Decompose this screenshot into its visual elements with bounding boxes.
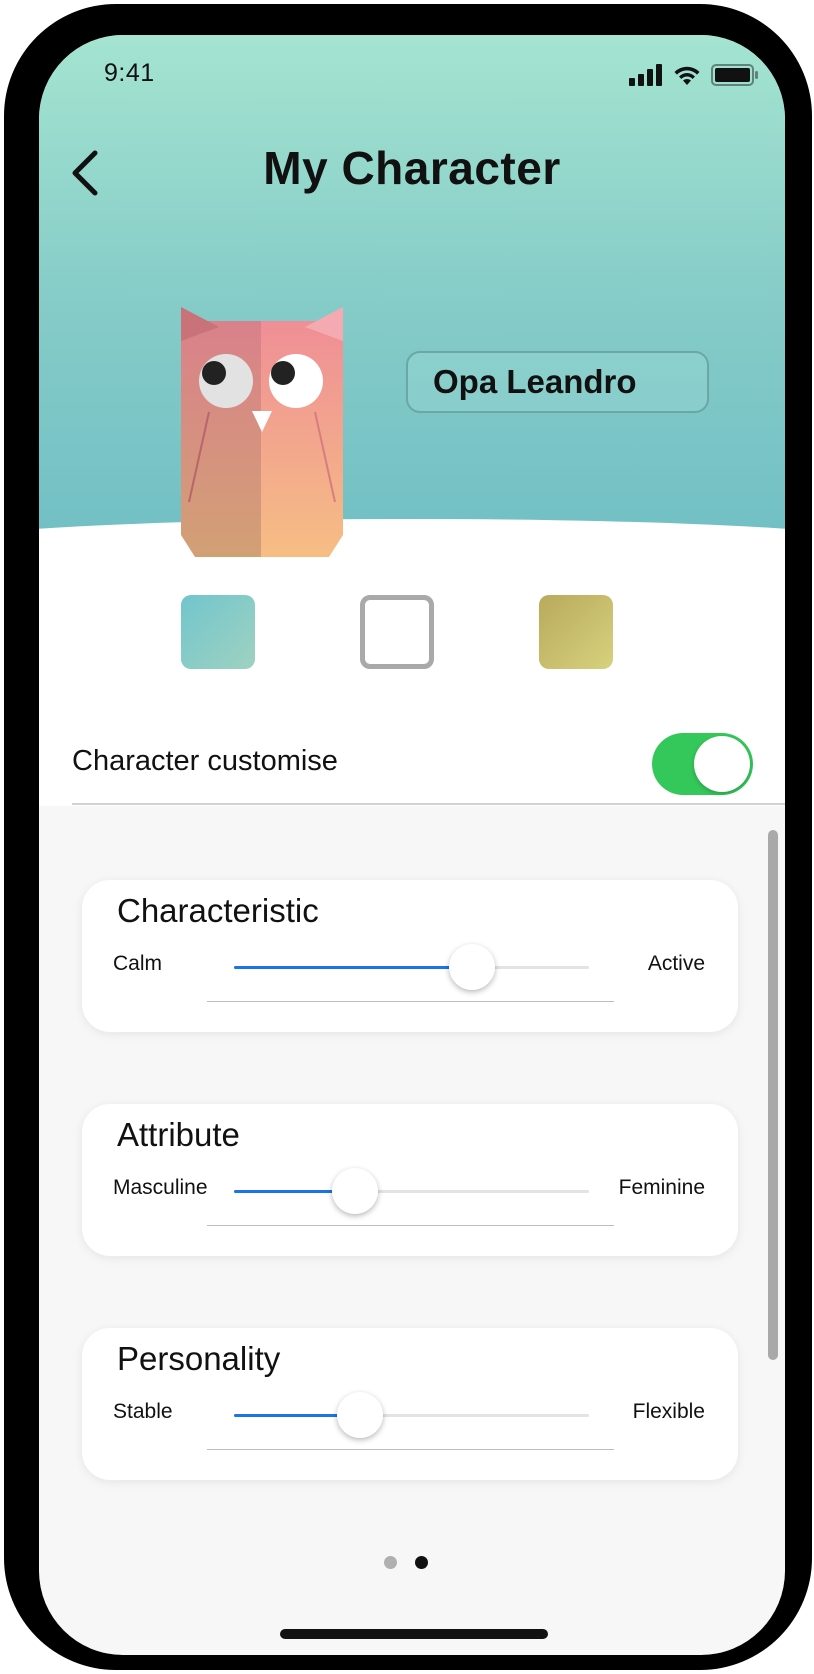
customise-label: Character customise bbox=[72, 745, 338, 777]
divider bbox=[72, 803, 785, 805]
owl-avatar bbox=[181, 307, 343, 557]
battery-icon bbox=[711, 64, 758, 86]
slider-thumb[interactable] bbox=[337, 1392, 384, 1438]
customise-toggle[interactable] bbox=[652, 733, 753, 795]
slider-left-label: Stable bbox=[113, 1400, 173, 1423]
device-frame: 9:41 My Character Opa Leandro Character … bbox=[4, 4, 812, 1670]
slider-right-label: Active bbox=[647, 952, 705, 975]
slider-title: Personality bbox=[117, 1340, 281, 1377]
slider-right-label: Feminine bbox=[618, 1176, 705, 1199]
character-name-field[interactable]: Opa Leandro bbox=[406, 351, 709, 413]
slider-track[interactable] bbox=[234, 1392, 589, 1438]
slider-fill bbox=[234, 966, 472, 969]
header-background bbox=[39, 35, 785, 555]
screen: 9:41 My Character Opa Leandro Character … bbox=[39, 35, 785, 1655]
slider-title: Characteristic bbox=[117, 892, 319, 929]
slider-right-label: Flexible bbox=[632, 1400, 705, 1423]
slider-track[interactable] bbox=[234, 944, 589, 990]
slider-underline bbox=[207, 1449, 614, 1450]
customise-row: Character customise bbox=[39, 718, 785, 806]
slider-title: Attribute bbox=[117, 1116, 240, 1153]
slider-card-attribute: Attribute Masculine Feminine bbox=[82, 1104, 738, 1256]
home-indicator bbox=[280, 1629, 548, 1639]
status-icons bbox=[629, 63, 759, 87]
toggle-knob bbox=[694, 736, 750, 792]
slider-thumb[interactable] bbox=[331, 1168, 378, 1214]
slider-card-characteristic: Characteristic Calm Active bbox=[82, 880, 738, 1032]
signal-icon bbox=[629, 64, 662, 86]
status-time: 9:41 bbox=[104, 59, 155, 87]
scrollbar[interactable] bbox=[768, 830, 778, 1360]
page-indicator bbox=[384, 1556, 428, 1569]
page-title: My Character bbox=[263, 142, 561, 194]
slider-thumb[interactable] bbox=[448, 944, 495, 990]
wifi-icon bbox=[674, 66, 700, 85]
slider-underline bbox=[207, 1001, 614, 1002]
slider-card-personality: Personality Stable Flexible bbox=[82, 1328, 738, 1480]
color-swatch-teal[interactable] bbox=[181, 595, 255, 669]
slider-left-label: Masculine bbox=[113, 1176, 208, 1199]
page-dot-1[interactable] bbox=[384, 1556, 397, 1569]
slider-underline bbox=[207, 1225, 614, 1226]
color-swatch-olive[interactable] bbox=[539, 595, 613, 669]
page-dot-2[interactable] bbox=[415, 1556, 428, 1569]
slider-track[interactable] bbox=[234, 1168, 589, 1214]
color-swatch-white[interactable] bbox=[360, 595, 434, 669]
slider-left-label: Calm bbox=[113, 952, 163, 975]
